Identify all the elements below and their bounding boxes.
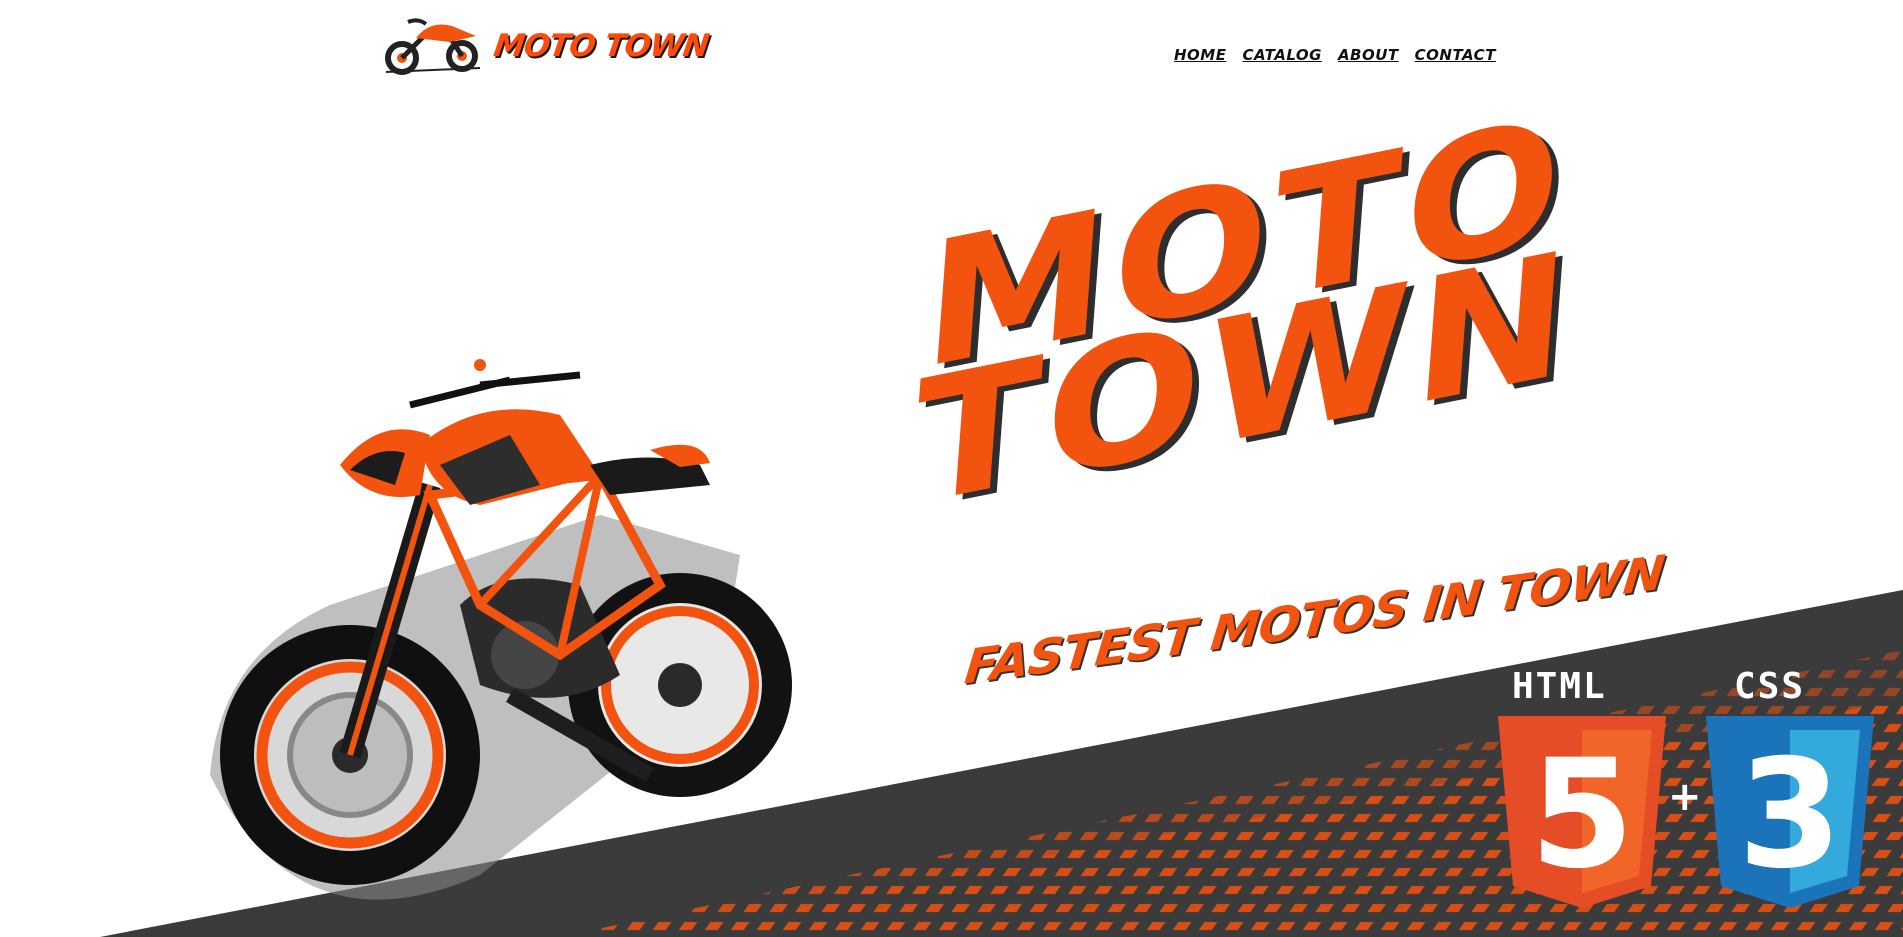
nav-about-link[interactable]: ABOUT	[1338, 46, 1399, 64]
css-label: CSS	[1734, 666, 1806, 707]
landing-page: MOTO TOWN HOME CATALOG ABOUT CONTACT MOT…	[0, 0, 1903, 937]
motorcycle-logo-icon	[385, 18, 481, 75]
tech-stack-badges: HTML CSS 5 + 3	[1498, 666, 1878, 916]
nav-home-link[interactable]: HOME	[1174, 46, 1226, 64]
nav-catalog-link[interactable]: CATALOG	[1242, 46, 1321, 64]
html-label: HTML	[1512, 666, 1607, 707]
hero-motorcycle-image	[210, 359, 792, 900]
css3-badge-text: 3	[1738, 728, 1842, 902]
brand-logo[interactable]: MOTO TOWN	[380, 14, 711, 78]
html5-badge-text: 5	[1530, 728, 1634, 902]
main-navigation: HOME CATALOG ABOUT CONTACT	[1174, 46, 1496, 64]
nav-contact-link[interactable]: CONTACT	[1415, 46, 1496, 64]
html5-shield-icon: 5	[1498, 716, 1666, 908]
site-header: MOTO TOWN HOME CATALOG ABOUT CONTACT	[0, 0, 1903, 100]
brand-logo-text: MOTO TOWN	[491, 28, 711, 64]
plus-sign: +	[1668, 774, 1702, 820]
css3-shield-icon: 3	[1706, 716, 1874, 908]
